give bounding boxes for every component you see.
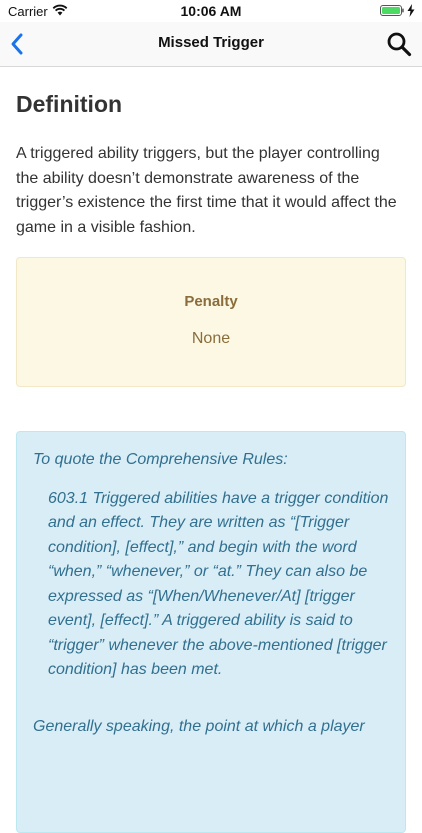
rule-text: Triggered abilities have a trigger condi… (48, 489, 389, 679)
navigation-bar: Missed Trigger (0, 22, 422, 67)
penalty-value: None (191, 330, 231, 347)
penalty-panel: Penalty None (16, 257, 406, 387)
page-title: Missed Trigger (158, 34, 264, 51)
charging-bolt-icon (407, 4, 415, 17)
main-content: Definition A triggered ability triggers,… (16, 66, 406, 833)
rule-number: 603.1 (48, 489, 89, 507)
battery-icon (380, 5, 404, 16)
status-bar: Carrier 10:06 AM (0, 0, 422, 22)
quote-intro: To quote the Comprehensive Rules: (33, 451, 288, 468)
penalty-label: Penalty (184, 293, 238, 310)
definition-text: A triggered ability triggers, but the pl… (16, 145, 397, 236)
definition-heading: Definition (16, 91, 123, 117)
clock: 10:06 AM (180, 3, 242, 19)
quoted-rule: 603.1 Triggered abilities have a trigger… (17, 473, 405, 683)
rules-quote-panel: To quote the Comprehensive Rules: 603.1 … (16, 431, 406, 833)
search-icon[interactable] (386, 31, 412, 57)
quote-continuation: Generally speaking, the point at which a… (33, 717, 365, 735)
